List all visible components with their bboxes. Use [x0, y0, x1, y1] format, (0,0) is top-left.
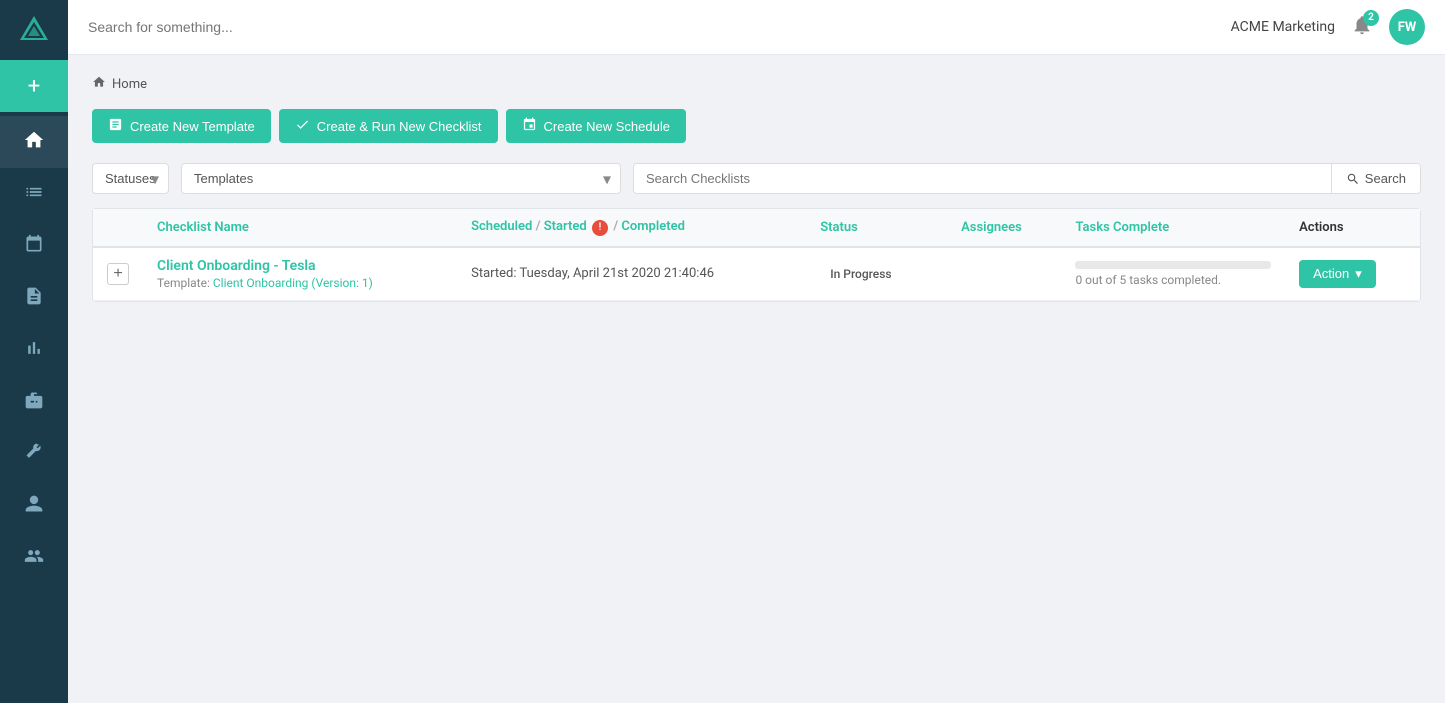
create-template-button[interactable]: Create New Template [92, 109, 271, 143]
dropdown-caret-icon: ▾ [1355, 266, 1362, 282]
global-search-input[interactable] [88, 19, 1231, 35]
checklist-search-button[interactable]: Search [1331, 164, 1420, 193]
plus-icon: + [28, 74, 40, 99]
sidebar-item-calendar[interactable] [0, 220, 68, 272]
expand-col-header [93, 209, 143, 247]
status-filter[interactable]: Statuses [92, 163, 169, 194]
col-assignees: Assignees [947, 209, 1061, 247]
app-logo [0, 0, 68, 60]
notification-badge: 2 [1363, 10, 1379, 26]
checklist-name-cell: Client Onboarding - Tesla Template: Clie… [143, 247, 457, 301]
notification-bell[interactable]: 2 [1351, 14, 1373, 41]
sidebar-item-person[interactable] [0, 480, 68, 532]
person-icon [24, 494, 44, 519]
expand-row-button[interactable]: + [107, 263, 129, 285]
schedule-icon [522, 117, 537, 135]
page-content: Home Create New Template Create & Run Ne… [68, 55, 1445, 703]
breadcrumb-home-link[interactable]: Home [112, 77, 147, 92]
progress-bar [1075, 261, 1271, 269]
templates-filter-wrapper: Templates [181, 163, 621, 194]
org-name: ACME Marketing [1231, 19, 1335, 35]
col-scheduled-started-completed: Scheduled / Started ! / Completed [457, 209, 806, 247]
home-icon [23, 129, 45, 156]
add-button[interactable]: + [0, 60, 68, 112]
sidebar-item-group[interactable] [0, 532, 68, 584]
avatar-initials: FW [1398, 20, 1417, 35]
create-schedule-button[interactable]: Create New Schedule [506, 109, 686, 143]
calendar-icon [24, 234, 44, 259]
col-actions: Actions [1285, 209, 1420, 247]
tasks-text: 0 out of 5 tasks completed. [1075, 273, 1271, 287]
checklist-search-input[interactable] [634, 164, 1331, 193]
checklist-run-icon [295, 117, 310, 135]
template-name-link[interactable]: Client Onboarding (Version: 1) [213, 276, 373, 290]
bar-chart-icon [24, 338, 44, 363]
notes-icon [24, 286, 44, 311]
scheduled-started-cell: Started: Tuesday, April 21st 2020 21:40:… [457, 247, 806, 301]
user-avatar[interactable]: FW [1389, 9, 1425, 45]
col-status: Status [806, 209, 947, 247]
create-schedule-label: Create New Schedule [544, 119, 670, 134]
expand-cell: + [93, 247, 143, 301]
sidebar: + [0, 0, 68, 703]
filters-row: Statuses Templates Search [92, 163, 1421, 194]
briefcase-icon [24, 390, 44, 415]
search-button-label: Search [1365, 171, 1406, 186]
checklist-template-info: Template: Client Onboarding (Version: 1) [157, 276, 443, 290]
checklist-search-box: Search [633, 163, 1421, 194]
sidebar-item-home[interactable] [0, 116, 68, 168]
tasks-complete-cell: 0 out of 5 tasks completed. [1061, 247, 1285, 301]
sidebar-item-notes[interactable] [0, 272, 68, 324]
topbar-right: ACME Marketing 2 FW [1231, 9, 1425, 45]
action-buttons-row: Create New Template Create & Run New Che… [92, 109, 1421, 143]
home-breadcrumb-icon [92, 75, 106, 93]
sidebar-item-chart[interactable] [0, 324, 68, 376]
breadcrumb: Home [92, 75, 1421, 93]
assignees-cell [947, 247, 1061, 301]
sidebar-item-list[interactable] [0, 168, 68, 220]
checklists-table: Checklist Name Scheduled / Started ! / C… [92, 208, 1421, 302]
sidebar-nav [0, 116, 68, 584]
wrench-icon [24, 442, 44, 467]
create-checklist-button[interactable]: Create & Run New Checklist [279, 109, 498, 143]
group-icon [24, 546, 44, 571]
status-cell: In Progress [806, 247, 947, 301]
checklist-name-link[interactable]: Client Onboarding - Tesla [157, 258, 443, 274]
list-icon [24, 182, 44, 207]
sidebar-item-wrench[interactable] [0, 428, 68, 480]
action-dropdown-button[interactable]: Action ▾ [1299, 260, 1376, 288]
started-date: Started: Tuesday, April 21st 2020 21:40:… [471, 266, 714, 281]
col-tasks-complete: Tasks Complete [1061, 209, 1285, 247]
create-checklist-label: Create & Run New Checklist [317, 119, 482, 134]
warning-icon: ! [592, 220, 608, 236]
status-filter-wrapper: Statuses [92, 163, 169, 194]
sidebar-item-briefcase[interactable] [0, 376, 68, 428]
create-template-label: Create New Template [130, 119, 255, 134]
table-row: + Client Onboarding - Tesla Template: Cl… [93, 247, 1420, 301]
status-badge: In Progress [820, 264, 901, 284]
topbar: ACME Marketing 2 FW [68, 0, 1445, 55]
templates-filter[interactable]: Templates [181, 163, 621, 194]
action-label: Action [1313, 266, 1349, 281]
col-checklist-name: Checklist Name [143, 209, 457, 247]
template-icon [108, 117, 123, 135]
actions-cell: Action ▾ [1285, 247, 1420, 301]
main-area: ACME Marketing 2 FW Home Create [68, 0, 1445, 703]
